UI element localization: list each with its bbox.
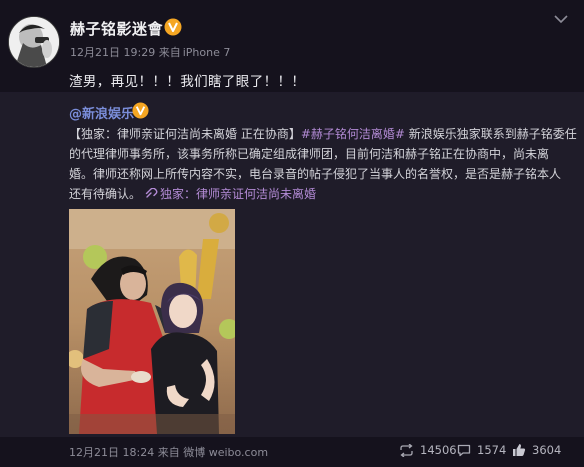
post-photo[interactable] (69, 209, 235, 434)
repost-icon (400, 443, 413, 457)
repost-author-link[interactable]: @新浪娱乐 (69, 103, 134, 122)
comment-count: 1574 (477, 443, 507, 457)
source-prefix: 来自 (158, 46, 181, 59)
like-icon (513, 444, 526, 456)
chevron-down-icon[interactable] (554, 14, 568, 24)
link-icon (145, 188, 158, 198)
post-meta: 12月21日 19:29 来自 iPhone 7 (70, 44, 230, 60)
verified-badge-icon (132, 102, 149, 119)
avatar[interactable] (8, 16, 60, 68)
post-text: 渣男，再见！！！我们瞎了眼了！！！ (69, 74, 306, 90)
repost-headline: 【独家：律师亲证何洁尚未离婚 正在协商】 (69, 127, 301, 141)
repost-source: 微博 weibo.com (183, 446, 269, 459)
post-author-name[interactable]: 赫子铭影迷會 (70, 18, 163, 39)
repost-count: 14506 (420, 443, 457, 457)
source-prefix: 来自 (157, 446, 180, 459)
post-time[interactable]: 12月21日 19:29 (70, 46, 155, 59)
repost-text-segment: 新浪娱乐独家联系到赫子铭委任 (404, 127, 577, 141)
article-link[interactable]: 独家：律师亲证何洁尚未离婚 (160, 187, 316, 201)
like-button[interactable]: 3604 (512, 440, 561, 460)
repost-meta: 12月21日 18:24 来自 微博 weibo.com (69, 444, 268, 460)
post-source: iPhone 7 (182, 46, 231, 59)
repost-text-line: 婚。律师还称网上所传内容不实，电台录音的帖子侵犯了当事人的名誉权，是否是赫子铭本… (69, 167, 562, 181)
comment-button[interactable]: 1574 (457, 440, 506, 460)
verified-badge-icon (164, 18, 182, 36)
repost-button[interactable]: 14506 (399, 440, 457, 460)
comment-icon (457, 444, 471, 456)
repost-time[interactable]: 12月21日 18:24 (69, 446, 154, 459)
repost-text-line: 【独家：律师亲证何洁尚未离婚 正在协商】#赫子铭何洁离婚# 新浪娱乐独家联系到赫… (69, 124, 581, 144)
repost-text-line: 的代理律师事务所，该事务所称已确定组成律师团，目前何洁和赫子铭正在协商中，尚未离 (69, 147, 550, 161)
repost-text-segment: 还有待确认。 (69, 187, 142, 201)
hashtag-link[interactable]: #赫子铭何洁离婚# (301, 127, 405, 141)
repost-text: 【独家：律师亲证何洁尚未离婚 正在协商】#赫子铭何洁离婚# 新浪娱乐独家联系到赫… (69, 124, 581, 204)
weibo-post: 赫子铭影迷會 12月21日 19:29 来自 iPhone 7 渣男，再见！！！我… (0, 0, 584, 467)
repost-text-line: 还有待确认。 独家：律师亲证何洁尚未离婚 (69, 184, 581, 204)
like-count: 3604 (532, 443, 562, 457)
